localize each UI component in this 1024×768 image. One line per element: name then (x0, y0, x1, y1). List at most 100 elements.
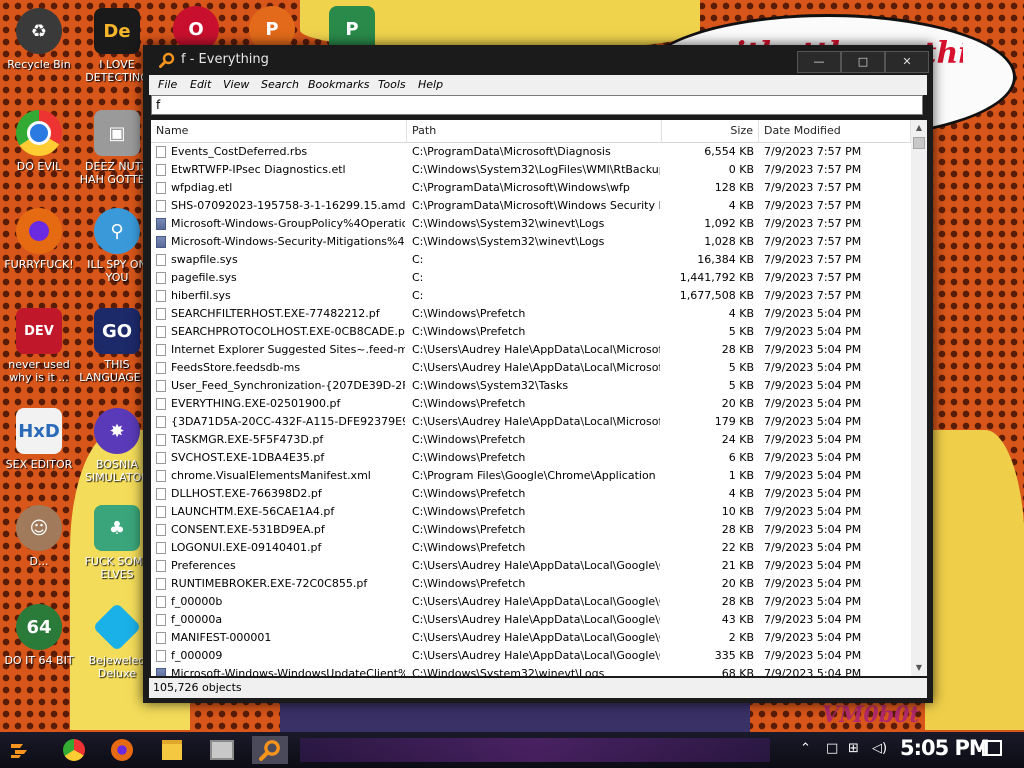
close-button[interactable]: ✕ (885, 51, 929, 73)
file-name-cell: FeedsStore.feedsdb-ms (171, 361, 301, 374)
scrollbar-thumb[interactable] (913, 137, 925, 149)
file-name-cell: SVCHOST.EXE-1DBA4E35.pf (171, 451, 325, 464)
table-row[interactable]: Microsoft-Windows-WindowsUpdateClient%4O… (151, 665, 911, 676)
taskbar-firefox[interactable] (104, 736, 140, 764)
table-row[interactable]: Internet Explorer Suggested Sites~.feed-… (151, 341, 911, 359)
action-center-icon[interactable] (982, 740, 1002, 756)
column-header-path[interactable]: Path (407, 120, 662, 142)
menu-tools[interactable]: Tools (378, 78, 406, 91)
table-row[interactable]: LAUNCHTM.EXE-56CAE1A4.pf C:\Windows\Prefe… (151, 503, 911, 521)
desktop-icon-recycle-bin[interactable]: ♻ Recycle Bin (0, 8, 78, 71)
table-row[interactable]: EVERYTHING.EXE-02501900.pf C:\Windows\Pre… (151, 395, 911, 413)
event-log-icon (156, 236, 166, 248)
file-path-cell: C:\Windows\System32\Tasks (412, 379, 569, 392)
file-size-cell: 4 KB (728, 199, 754, 212)
desktop-icon-furryfuck[interactable]: FURRYFUCK! (0, 208, 78, 271)
file-size-cell: 5 KB (728, 379, 754, 392)
results-rows: Events_CostDeferred.rbs C:\ProgramData\Mi… (151, 143, 911, 676)
file-size-cell: 1,028 KB (704, 235, 754, 248)
minimize-button[interactable]: — (797, 51, 841, 73)
table-row[interactable]: MANIFEST-000001 C:\Users\Audrey Hale\AppD… (151, 629, 911, 647)
wallpaper-cartoon-right (925, 430, 1024, 730)
file-size-cell: 2 KB (728, 631, 754, 644)
file-size-cell: 20 KB (721, 577, 754, 590)
table-row[interactable]: f_000009 C:\Users\Audrey Hale\AppData\Loc… (151, 647, 911, 665)
table-row[interactable]: User_Feed_Synchronization-{207DE39D-2F29… (151, 377, 911, 395)
scroll-up-arrow-icon[interactable]: ▲ (911, 120, 927, 136)
table-row[interactable]: f_00000a C:\Users\Audrey Hale\AppData\Loc… (151, 611, 911, 629)
file-size-cell: 20 KB (721, 397, 754, 410)
status-bar: 105,726 objects (149, 678, 927, 698)
file-path-cell: C:\Windows\System32\winevt\Logs (412, 235, 605, 248)
file-name-cell: TASKMGR.EXE-5F5F473D.pf (171, 433, 324, 446)
file-size-cell: 4 KB (728, 487, 754, 500)
file-path-cell: C:\Windows\Prefetch (412, 433, 526, 446)
maximize-button[interactable]: □ (841, 51, 885, 73)
table-row[interactable]: chrome.VisualElementsManifest.xml C:\Prog… (151, 467, 911, 485)
start-button[interactable] (2, 736, 38, 764)
table-row[interactable]: SEARCHPROTOCOLHOST.EXE-0CB8CADE.pf C:\Win… (151, 323, 911, 341)
chrome-icon (63, 739, 85, 761)
column-header-size[interactable]: Size (662, 120, 759, 142)
file-path-cell: C:\ProgramData\Microsoft\Windows\wfp (412, 181, 630, 194)
column-header-name[interactable]: Name (151, 120, 407, 142)
table-row[interactable]: CONSENT.EXE-531BD9EA.pf C:\Windows\Prefet… (151, 521, 911, 539)
file-path-cell: C:\ProgramData\Microsoft\Windows Securit… (412, 199, 660, 212)
file-date-cell: 7/9/2023 5:04 PM (764, 469, 862, 482)
taskbar-clock[interactable]: 5:05 PM (900, 736, 990, 760)
vertical-scrollbar[interactable]: ▲ ▼ (911, 120, 927, 676)
desktop-icon-do-it-64-bit[interactable]: 64 DO IT 64 BIT (0, 604, 78, 667)
table-row[interactable]: SHS-07092023-195758-3-1-16299.15.amd64..… (151, 197, 911, 215)
desktop-icon-label: FURRYFUCK! (4, 258, 74, 271)
table-row[interactable]: hiberfil.sys C: 1,677,508 KB 7/9/2023 7:57 … (151, 287, 911, 305)
volume-icon[interactable]: ◁) (872, 741, 887, 756)
menu-edit[interactable]: Edit (190, 78, 211, 91)
table-row[interactable]: TASKMGR.EXE-5F5F473D.pf C:\Windows\Prefet… (151, 431, 911, 449)
go-lang-icon: GO (94, 308, 140, 354)
menu-file[interactable]: File (158, 78, 177, 91)
desktop-icon-d[interactable]: ☺ D... (0, 505, 78, 568)
table-row[interactable]: DLLHOST.EXE-766398D2.pf C:\Windows\Prefet… (151, 485, 911, 503)
taskbar-file-explorer[interactable] (154, 736, 190, 764)
table-row[interactable]: Microsoft-Windows-GroupPolicy%4Operation… (151, 215, 911, 233)
network-icon[interactable]: ⊞ (848, 741, 859, 756)
menu-help[interactable]: Help (418, 78, 443, 91)
de-app-icon: De (94, 8, 140, 54)
table-row[interactable]: f_00000b C:\Users\Audrey Hale\AppData\Loc… (151, 593, 911, 611)
window-title: f - Everything (181, 52, 269, 67)
desktop-icon-do-evil[interactable]: DO EVIL (0, 110, 78, 173)
taskbar-window-app[interactable] (204, 736, 240, 764)
table-row[interactable]: EtwRTWFP-IPsec Diagnostics.etl C:\Windows… (151, 161, 911, 179)
menu-bookmarks[interactable]: Bookmarks (308, 78, 369, 91)
menu-bar: File Edit View Search Bookmarks Tools He… (149, 75, 927, 95)
table-row[interactable]: pagefile.sys C: 1,441,792 KB 7/9/2023 7:57 … (151, 269, 911, 287)
column-header-date-modified[interactable]: Date Modified▼ (759, 120, 911, 142)
menu-search[interactable]: Search (261, 78, 299, 91)
taskbar-everything[interactable] (252, 736, 288, 764)
search-input[interactable] (151, 95, 923, 115)
table-row[interactable]: Preferences C:\Users\Audrey Hale\AppData\… (151, 557, 911, 575)
table-row[interactable]: SEARCHFILTERHOST.EXE-77482212.pf C:\Windo… (151, 305, 911, 323)
table-row[interactable]: swapfile.sys C: 16,384 KB 7/9/2023 7:57 PM (151, 251, 911, 269)
elf-icon: ♣ (94, 505, 140, 551)
table-row[interactable]: wfpdiag.etl C:\ProgramData\Microsoft\Wind… (151, 179, 911, 197)
menu-view[interactable]: View (223, 78, 249, 91)
table-row[interactable]: RUNTIMEBROKER.EXE-72C0C855.pf C:\Windows\… (151, 575, 911, 593)
taskbar-chrome[interactable] (56, 736, 92, 764)
table-row[interactable]: SVCHOST.EXE-1DBA4E35.pf C:\Windows\Prefet… (151, 449, 911, 467)
table-row[interactable]: FeedsStore.feedsdb-ms C:\Users\Audrey Hal… (151, 359, 911, 377)
file-size-cell: 6 KB (728, 451, 754, 464)
title-bar[interactable]: f - Everything — □ ✕ (143, 45, 933, 75)
desktop-icon-sex-editor[interactable]: HxD SEX EDITOR (0, 408, 78, 471)
file-icon (156, 290, 166, 302)
desktop-icon-devcpp[interactable]: DEV never used why is it ... (0, 308, 78, 384)
scroll-down-arrow-icon[interactable]: ▼ (911, 660, 927, 676)
file-path-cell: C:\Windows\System32\winevt\Logs (412, 217, 605, 230)
table-row[interactable]: Microsoft-Windows-Security-Mitigations%4… (151, 233, 911, 251)
show-hidden-icons-chevron-icon[interactable]: ⌃ (800, 741, 811, 756)
tablet-mode-icon[interactable]: □ (826, 741, 838, 756)
table-row[interactable]: LOGONUI.EXE-09140401.pf C:\Windows\Prefet… (151, 539, 911, 557)
table-row[interactable]: {3DA71D5A-20CC-432F-A115-DFE92379E91F...… (151, 413, 911, 431)
table-row[interactable]: Events_CostDeferred.rbs C:\ProgramData\Mi… (151, 143, 911, 161)
everything-search-icon (159, 52, 175, 68)
